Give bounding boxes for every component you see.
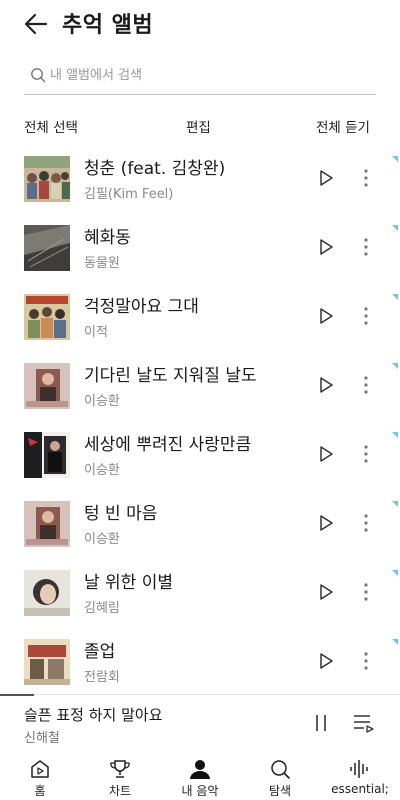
album-art — [24, 639, 70, 685]
song-artist: 이승환 — [84, 463, 120, 478]
person-icon — [190, 760, 210, 779]
select-all-button[interactable]: 전체 선택 — [24, 116, 78, 136]
bottom-navigation: 홈 차트 내 음악 탐색 essential; — [0, 752, 400, 800]
play-icon[interactable] — [316, 237, 336, 257]
mini-player[interactable]: 슬픈 표정 하지 말아요 신해철 — [0, 696, 400, 752]
album-art — [24, 570, 70, 616]
album-art — [24, 225, 70, 271]
home-icon — [31, 760, 49, 778]
song-list: 청춘 (feat. 김창완) 김필(Kim Feel) 혜화동 동물원 걱정말아… — [0, 146, 400, 698]
more-options-icon[interactable] — [358, 304, 374, 328]
pause-icon[interactable] — [310, 712, 332, 734]
more-options-icon[interactable] — [358, 235, 374, 259]
song-row[interactable]: 날 위한 이별 김혜림 — [0, 560, 400, 629]
song-artist: 동물원 — [84, 256, 120, 271]
trophy-icon — [110, 760, 130, 778]
header: 추억 앨범 — [0, 0, 400, 48]
now-playing-title: 슬픈 표정 하지 말아요 — [24, 706, 163, 724]
song-row[interactable]: 혜화동 동물원 — [0, 215, 400, 284]
song-artist: 이승환 — [84, 394, 120, 409]
song-title: 혜화동 — [84, 228, 131, 248]
corner-marker — [392, 639, 398, 645]
corner-marker — [392, 501, 398, 507]
nav-label: 탐색 — [268, 784, 292, 798]
nav-explore[interactable]: 탐색 — [240, 752, 320, 800]
album-art — [24, 294, 70, 340]
song-row[interactable]: 졸업 전람회 — [0, 629, 400, 698]
more-options-icon[interactable] — [358, 649, 374, 673]
song-row[interactable]: 세상에 뿌려진 사랑만큼 이승환 — [0, 422, 400, 491]
action-bar: 전체 선택 편집 전체 듣기 — [0, 112, 400, 140]
more-options-icon[interactable] — [358, 442, 374, 466]
song-artist: 김필(Kim Feel) — [84, 187, 174, 202]
song-row[interactable]: 청춘 (feat. 김창완) 김필(Kim Feel) — [0, 146, 400, 215]
waveform-icon — [350, 760, 368, 778]
play-icon[interactable] — [316, 651, 336, 671]
song-title: 청춘 (feat. 김창완) — [84, 159, 226, 179]
mini-player-divider — [0, 694, 400, 695]
back-arrow-icon[interactable] — [22, 10, 50, 38]
page-title: 추억 앨범 — [62, 13, 154, 38]
play-icon[interactable] — [316, 444, 336, 464]
album-art — [24, 363, 70, 409]
song-title: 졸업 — [84, 642, 116, 662]
song-title: 날 위한 이별 — [84, 573, 174, 593]
play-icon[interactable] — [316, 513, 336, 533]
corner-marker — [392, 156, 398, 162]
corner-marker — [392, 432, 398, 438]
corner-marker — [392, 225, 398, 231]
nav-label: 홈 — [34, 784, 46, 798]
more-options-icon[interactable] — [358, 373, 374, 397]
nav-label: 차트 — [108, 784, 132, 798]
album-art — [24, 432, 70, 478]
search-bar[interactable] — [24, 58, 376, 95]
play-icon[interactable] — [316, 168, 336, 188]
album-art — [24, 501, 70, 547]
corner-marker — [392, 570, 398, 576]
song-title: 세상에 뿌려진 사랑만큼 — [84, 435, 252, 455]
play-all-button[interactable]: 전체 듣기 — [316, 116, 370, 136]
song-row[interactable]: 텅 빈 마음 이승환 — [0, 491, 400, 560]
song-artist: 전람회 — [84, 670, 120, 685]
song-title: 텅 빈 마음 — [84, 504, 158, 524]
search-input[interactable] — [50, 62, 370, 88]
search-icon — [271, 760, 290, 779]
song-artist: 이승환 — [84, 532, 120, 547]
more-options-icon[interactable] — [358, 580, 374, 604]
more-options-icon[interactable] — [358, 166, 374, 190]
nav-label: essential; — [331, 782, 389, 796]
nav-chart[interactable]: 차트 — [80, 752, 160, 800]
album-art — [24, 156, 70, 202]
song-artist: 이적 — [84, 325, 108, 340]
song-row[interactable]: 기다린 날도 지워질 날도 이승환 — [0, 353, 400, 422]
play-icon[interactable] — [316, 582, 336, 602]
corner-marker — [392, 363, 398, 369]
more-options-icon[interactable] — [358, 511, 374, 535]
song-title: 기다린 날도 지워질 날도 — [84, 366, 257, 386]
search-icon — [31, 68, 46, 83]
playlist-icon[interactable] — [352, 712, 376, 734]
play-icon[interactable] — [316, 306, 336, 326]
play-icon[interactable] — [316, 375, 336, 395]
nav-essential[interactable]: essential; — [320, 752, 400, 800]
nav-my-music[interactable]: 내 음악 — [160, 752, 240, 800]
now-playing-artist: 신해철 — [24, 731, 60, 746]
nav-label: 내 음악 — [181, 784, 219, 798]
edit-button[interactable]: 편집 — [186, 116, 211, 136]
song-title: 걱정말아요 그대 — [84, 297, 199, 317]
song-artist: 김혜림 — [84, 601, 120, 616]
corner-marker — [392, 294, 398, 300]
nav-home[interactable]: 홈 — [0, 752, 80, 800]
song-row[interactable]: 걱정말아요 그대 이적 — [0, 284, 400, 353]
